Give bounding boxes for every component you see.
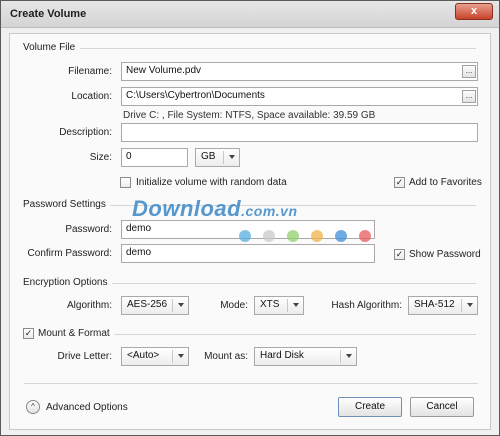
chevron-down-icon	[178, 354, 184, 358]
watermark-logo: Download.com.vn	[132, 196, 298, 222]
location-browse-button[interactable]: ...	[462, 90, 476, 103]
section-divider	[112, 283, 476, 284]
confirm-password-label: Confirm Password:	[27, 248, 112, 259]
create-volume-window: Create Volume x Volume File Filename: Ne…	[0, 0, 500, 436]
watermark-dot	[335, 230, 347, 242]
mount-as-dropdown[interactable]: Hard Disk	[254, 347, 357, 366]
filename-field[interactable]: New Volume.pdv	[121, 62, 478, 81]
section-password-settings: Password Settings	[23, 199, 106, 210]
confirm-password-field[interactable]: demo	[121, 244, 375, 263]
hash-algorithm-dropdown[interactable]: SHA-512	[408, 296, 478, 315]
chevron-up-icon[interactable]: ^	[26, 400, 40, 414]
hash-algorithm-value: SHA-512	[414, 299, 455, 310]
size-unit-value: GB	[201, 151, 216, 162]
close-icon: x	[470, 5, 478, 17]
close-button[interactable]: x	[455, 3, 493, 20]
algorithm-label: Algorithm:	[66, 300, 112, 311]
window-title: Create Volume	[10, 8, 87, 20]
watermark-dot	[239, 230, 251, 242]
watermark-suffix: .com.vn	[241, 203, 298, 219]
watermark-dot	[311, 230, 323, 242]
drive-letter-label: Drive Letter:	[57, 351, 112, 362]
description-label: Description:	[59, 127, 112, 138]
mode-label: Mode:	[220, 300, 248, 311]
create-button[interactable]: Create	[338, 397, 402, 417]
chevron-down-icon	[178, 303, 184, 307]
size-unit-dropdown[interactable]: GB	[195, 148, 240, 167]
algorithm-value: AES-256	[127, 299, 168, 310]
advanced-options-toggle[interactable]: Advanced Options	[46, 402, 128, 413]
section-volume-file: Volume File	[23, 42, 76, 53]
section-divider	[80, 48, 476, 49]
title-bar[interactable]: Create Volume x	[1, 1, 499, 28]
chevron-down-icon	[467, 303, 473, 307]
cancel-button[interactable]: Cancel	[410, 397, 474, 417]
mount-as-value: Hard Disk	[260, 350, 304, 361]
show-password-checkbox[interactable]: ✓	[394, 249, 405, 260]
algorithm-dropdown[interactable]: AES-256	[121, 296, 189, 315]
description-field[interactable]	[121, 123, 478, 142]
watermark-dot	[263, 230, 275, 242]
drive-letter-value: <Auto>	[127, 350, 160, 361]
location-field[interactable]: C:\Users\Cybertron\Documents	[121, 87, 478, 106]
section-mount-format: Mount & Format	[38, 328, 110, 339]
watermark-dot	[287, 230, 299, 242]
chevron-down-icon	[346, 354, 352, 358]
mode-dropdown[interactable]: XTS	[254, 296, 304, 315]
dialog-content: Volume File Filename: New Volume.pdv ...…	[9, 33, 491, 430]
size-field[interactable]: 0	[121, 148, 188, 167]
drive-info: Drive C: , File System: NTFS, Space avai…	[123, 110, 376, 121]
drive-letter-dropdown[interactable]: <Auto>	[121, 347, 189, 366]
chevron-down-icon	[229, 155, 235, 159]
filename-browse-button[interactable]: ...	[462, 65, 476, 78]
password-label: Password:	[65, 224, 112, 235]
filename-label: Filename:	[68, 66, 112, 77]
size-label: Size:	[89, 152, 112, 163]
section-encryption-options: Encryption Options	[23, 277, 108, 288]
watermark-text: Download	[132, 196, 242, 221]
chevron-down-icon	[293, 303, 299, 307]
hash-algorithm-label: Hash Algorithm:	[331, 300, 402, 311]
show-password-label: Show Password	[409, 249, 481, 260]
init-random-label: Initialize volume with random data	[136, 177, 287, 188]
footer-divider	[24, 383, 478, 384]
init-random-checkbox[interactable]	[120, 177, 131, 188]
mount-format-checkbox[interactable]: ✓	[23, 328, 34, 339]
watermark-dot	[359, 230, 371, 242]
section-divider	[114, 334, 476, 335]
mode-value: XTS	[260, 299, 280, 310]
mount-as-label: Mount as:	[204, 351, 248, 362]
add-favorites-label: Add to Favorites	[409, 177, 482, 188]
location-label: Location:	[71, 91, 112, 102]
add-favorites-checkbox[interactable]: ✓	[394, 177, 405, 188]
